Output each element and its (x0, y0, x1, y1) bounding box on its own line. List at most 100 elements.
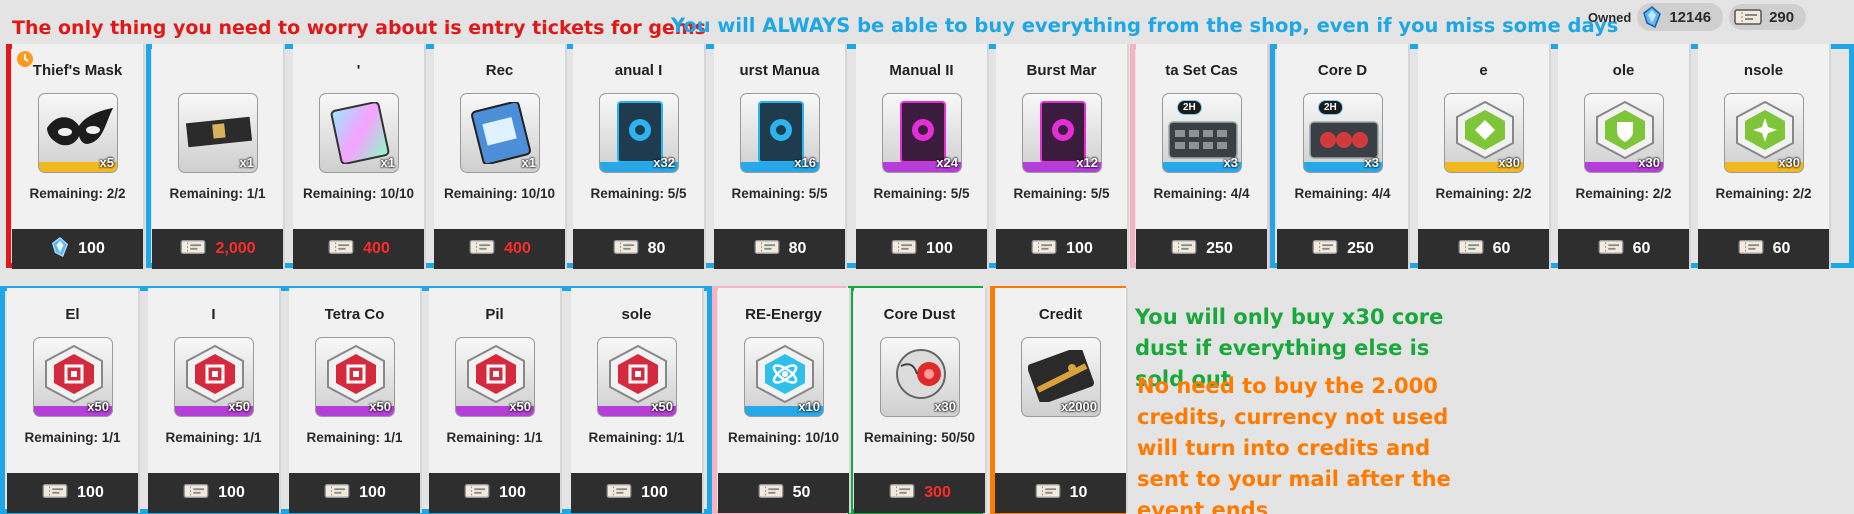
remaining-count: Remaining: 1/1 (588, 430, 685, 445)
item-name: urst Manua (739, 62, 820, 79)
item-icon-frame: x50 (174, 337, 254, 417)
shop-item-card[interactable]: anual I x32 Remaining: 5/5 80 (573, 44, 706, 269)
buy-button[interactable]: 100 (856, 229, 987, 269)
note-entry-tickets: The only thing you need to worry about i… (12, 17, 706, 39)
shop-item-card[interactable]: urst Manua x16 Remaining: 5/5 80 (714, 44, 847, 269)
item-icon-frame: x50 (597, 337, 677, 417)
buy-button[interactable]: 80 (573, 229, 704, 269)
ticket-icon (327, 238, 355, 261)
item-quantity: x24 (936, 155, 958, 170)
item-quantity: x1 (380, 155, 395, 170)
shop-item-card[interactable]: sole x50 Remaining: 1/1 100 (571, 288, 704, 513)
shop-item-card[interactable]: e x30 Remaining: 2/2 60 (1418, 44, 1551, 269)
shop-item-card[interactable]: Credit x2000 10 (995, 288, 1128, 513)
item-price: 80 (788, 240, 807, 257)
shop-item-card[interactable]: Ix50 Remaining: 1/1 100 (148, 288, 281, 513)
item-price: 100 (1066, 240, 1093, 257)
ticket-icon (612, 238, 640, 261)
item-quantity: x32 (653, 155, 675, 170)
buy-button[interactable]: 400 (434, 229, 565, 269)
item-price: 100 (641, 484, 668, 501)
ticket-icon (182, 482, 210, 505)
shop-item-card[interactable]: Burst Mar x12 Remaining: 5/5 100 (996, 44, 1129, 269)
owned-label: Owned (1588, 9, 1632, 25)
ticket-icon (891, 239, 917, 254)
ticket-icon (1034, 482, 1062, 505)
buy-button[interactable]: 100 (429, 473, 560, 513)
shop-item-card[interactable]: El x50 Remaining: 1/1 100 (7, 288, 140, 513)
ticket-icon (890, 238, 918, 261)
buy-button[interactable]: 80 (714, 229, 845, 269)
shop-item-card[interactable]: ole x30 Remaining: 2/2 60 (1558, 44, 1691, 269)
item-price: 100 (359, 484, 386, 501)
item-price: 300 (924, 484, 951, 501)
item-price: 60 (1772, 240, 1791, 257)
item-quantity: x12 (1076, 155, 1098, 170)
buy-button[interactable]: 250 (1277, 229, 1408, 269)
remaining-count: Remaining: 4/4 (1153, 186, 1250, 201)
note-credits: No need to buy the 2.000 credits, curren… (1137, 374, 1451, 514)
buy-button[interactable]: 100 (7, 473, 138, 513)
shop-item-card[interactable]: ta Set Cas 2H x3 Remaining: 4/4 250 (1136, 44, 1269, 269)
buy-button[interactable]: 60 (1558, 229, 1689, 269)
ticket-icon (1170, 238, 1198, 261)
buy-button[interactable]: 100 (289, 473, 420, 513)
item-icon-frame: x16 (740, 93, 820, 173)
buy-button[interactable]: 100 (148, 473, 279, 513)
remaining-count: Remaining: 1/1 (169, 186, 266, 201)
buy-button[interactable]: 400 (293, 229, 424, 269)
item-icon-frame: x32 (599, 93, 679, 173)
item-price: 400 (504, 240, 531, 257)
item-price: 100 (499, 484, 526, 501)
gem-balance: 12146 (1637, 3, 1724, 31)
shop-item-card[interactable]: RE-Energy x10 Remaining: 10/10 50 (718, 288, 851, 513)
shop-item-card[interactable]: x1 Remaining: 1/1 2,000 (152, 44, 285, 269)
buy-button[interactable]: 100 (996, 229, 1127, 269)
ticket-icon (468, 238, 496, 261)
buy-button[interactable]: 60 (1418, 229, 1549, 269)
item-price: 100 (218, 484, 245, 501)
shop-item-card[interactable]: Rec x1 Remaining: 10/10 400 (434, 44, 567, 269)
buy-button[interactable]: 100 (12, 229, 143, 269)
shop-item-card[interactable]: Tetra Co x50 Remaining: 1/1 100 (289, 288, 422, 513)
ticket-icon (328, 239, 354, 254)
item-price: 250 (1347, 240, 1374, 257)
item-quantity: x1 (239, 155, 254, 170)
ticket-icon (888, 482, 916, 505)
item-quantity: x3 (1364, 155, 1379, 170)
shop-item-card[interactable]: ' x1 Remaining: 10/10 400 (293, 44, 426, 269)
ticket-icon (42, 483, 68, 498)
item-icon-frame: 2H x3 (1303, 93, 1383, 173)
remaining-count: Remaining: 10/10 (727, 430, 840, 445)
buy-button[interactable]: 2,000 (152, 229, 283, 269)
gem-icon (1643, 6, 1662, 28)
shop-item-card[interactable]: Core D 2H x3 Remaining: 4/4 250 (1277, 44, 1410, 269)
item-price: 60 (1492, 240, 1511, 257)
remaining-count: Remaining: 10/10 (302, 186, 415, 201)
ticket-icon (181, 239, 206, 254)
item-name: Manual II (889, 62, 954, 79)
ticket-icon (469, 239, 495, 254)
shop-item-card[interactable]: Thief's Mask x5 Remaining: 2/2 100 (12, 44, 145, 269)
buy-button[interactable]: 250 (1136, 229, 1267, 269)
shop-item-card[interactable]: Pil x50 Remaining: 1/1 100 (429, 288, 562, 513)
buy-button[interactable]: 10 (995, 473, 1126, 513)
shop-item-card[interactable]: Manual II x24 Remaining: 5/5 100 (856, 44, 989, 269)
buy-button[interactable]: 100 (571, 473, 702, 513)
item-name: I (211, 306, 216, 323)
item-quantity: x50 (87, 399, 109, 414)
buy-button[interactable]: 60 (1698, 229, 1829, 269)
shop-item-card[interactable]: nsole x30 Remaining: 2/2 60 (1698, 44, 1831, 269)
buy-button[interactable]: 300 (854, 473, 985, 513)
ticket-icon (1030, 238, 1058, 261)
item-name: ole (1612, 62, 1635, 79)
ticket-icon (464, 483, 490, 498)
buy-button[interactable]: 50 (718, 473, 849, 513)
remaining-count: Remaining: 1/1 (24, 430, 121, 445)
item-icon-frame: x30 (1444, 93, 1524, 173)
item-quantity: x5 (99, 155, 114, 170)
item-quantity: x2000 (1060, 399, 1097, 414)
gem-icon (50, 236, 70, 263)
shop-item-card[interactable]: Core Dust x30 Remaining: 50/50 300 (854, 288, 987, 513)
item-quantity: x50 (228, 399, 250, 414)
